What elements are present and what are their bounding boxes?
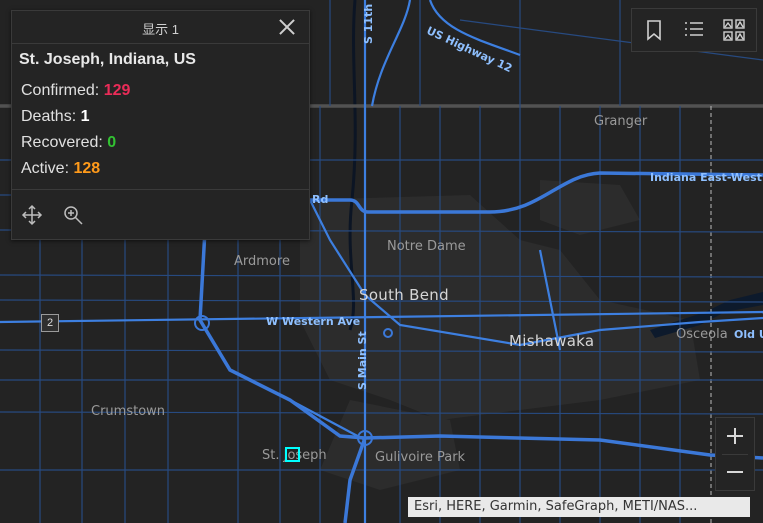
popup-header-title: 显示 1 [142,22,179,37]
place-label-south-bend: South Bend [359,286,449,304]
road-label-old: Old U [734,328,763,341]
active-row: Active: 128 [21,160,100,178]
place-label-granger: Granger [594,114,648,129]
selected-feature-marker[interactable] [285,447,300,462]
route-shield: 2 [41,314,59,332]
zoom-out-button[interactable] [716,454,754,490]
place-label-gulivoire-park: Gulivoire Park [375,450,466,465]
map-attribution[interactable]: Esri, HERE, Garmin, SafeGraph, METI/NAS.… [408,497,750,517]
road-label-w-western-ave: W Western Ave [266,315,361,328]
popup-footer [12,189,309,240]
confirmed-row: Confirmed: 129 [21,82,130,100]
move-icon[interactable] [21,204,43,226]
place-label-crumstown: Crumstown [91,404,166,419]
zoom-to-icon[interactable] [62,204,84,226]
road-label-rd: Rd [312,193,329,206]
popup-header: 显示 1 [12,11,309,44]
active-value: 128 [73,160,101,177]
basemap-gallery-icon[interactable] [722,18,746,42]
feature-popup: 显示 1 St. Joseph, Indiana, US Confirmed: … [11,10,310,240]
road-label-s-main-st: S Main St [356,331,369,390]
recovered-label: Recovered: [21,134,103,151]
recovered-value: 0 [107,134,117,151]
place-label-mishawaka: Mishawaka [509,332,595,350]
deaths-label: Deaths: [21,108,77,125]
close-icon[interactable] [277,17,297,37]
bookmark-icon[interactable] [642,18,666,42]
zoom-in-button[interactable] [716,418,754,454]
layer-list-icon[interactable] [682,18,706,42]
zoom-control [715,417,755,491]
feature-title: St. Joseph, Indiana, US [19,51,196,68]
recovered-row: Recovered: 0 [21,134,116,152]
map-toolbar [631,8,757,52]
place-label-notre-dame: Notre Dame [387,239,466,254]
deaths-row: Deaths: 1 [21,108,90,126]
confirmed-value: 129 [103,82,131,99]
deaths-value: 1 [80,108,90,125]
place-label-osceola: Osceola [676,327,728,342]
place-label-ardmore: Ardmore [234,254,290,269]
road-label-s-11th: S 11th [362,3,375,44]
road-label-indiana-east-west: Indiana East-West [650,171,762,184]
confirmed-label: Confirmed: [21,82,100,99]
active-label: Active: [21,160,70,177]
